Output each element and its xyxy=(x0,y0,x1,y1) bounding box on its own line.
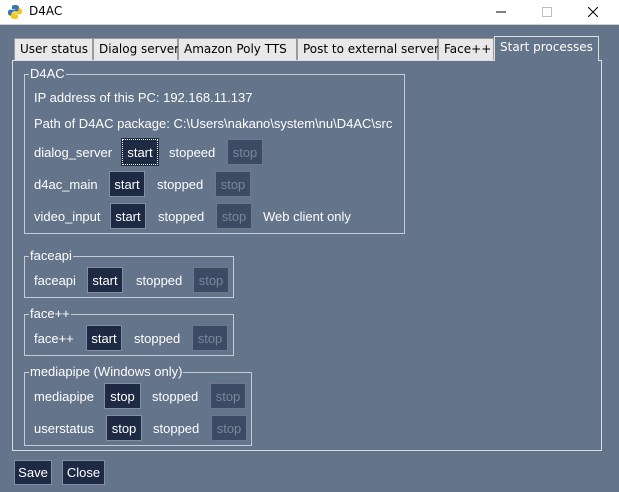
d4ac-main-stop-button[interactable]: stop xyxy=(215,171,251,197)
tab-dialog-server[interactable]: Dialog server xyxy=(93,38,179,60)
userstatus-stop-button[interactable]: stop xyxy=(211,415,247,441)
video-input-status: stopped xyxy=(158,209,205,224)
group-label-mediapipe: mediapipe (Windows only) xyxy=(29,364,184,380)
dialog-server-stop-button[interactable]: stop xyxy=(227,139,263,165)
face-plus-plus-start-button[interactable]: start xyxy=(86,325,122,351)
process-name-mediapipe: mediapipe xyxy=(34,389,94,404)
tab-face-plus-plus[interactable]: Face++ xyxy=(438,38,494,60)
userstatus-first-button[interactable]: stop xyxy=(106,415,142,441)
userstatus-status: stopped xyxy=(153,421,200,436)
process-name-face-plus-plus: face++ xyxy=(34,331,74,346)
package-path-text: Path of D4AC package: C:\Users\nakano\sy… xyxy=(34,116,393,131)
video-input-start-button[interactable]: start xyxy=(110,203,146,229)
process-name-video-input: video_input xyxy=(34,209,101,224)
face-plus-plus-status: stopped xyxy=(134,331,181,346)
tab-start-processes[interactable]: Start processes xyxy=(494,36,599,61)
minimize-button[interactable] xyxy=(478,0,524,24)
face-plus-plus-stop-button[interactable]: stop xyxy=(192,325,228,351)
close-icon xyxy=(588,7,598,17)
process-name-dialog-server: dialog_server xyxy=(34,145,113,160)
process-name-d4ac-main: d4ac_main xyxy=(34,177,98,192)
video-input-stop-button[interactable]: stop xyxy=(216,203,252,229)
process-name-faceapi: faceapi xyxy=(34,273,76,288)
tab-amazon-poly-tts[interactable]: Amazon Poly TTS xyxy=(178,38,297,60)
save-button[interactable]: Save xyxy=(14,460,52,485)
faceapi-status: stopped xyxy=(136,273,183,288)
close-window-button[interactable] xyxy=(570,0,616,24)
tab-user-status[interactable]: User status xyxy=(14,38,93,60)
dialog-server-status: stopeed xyxy=(169,145,216,160)
faceapi-start-button[interactable]: start xyxy=(87,267,123,293)
group-label-face-plus-plus: face++ xyxy=(29,306,71,322)
maximize-button[interactable] xyxy=(524,0,570,24)
mediapipe-stop-button[interactable]: stop xyxy=(210,383,246,409)
faceapi-stop-button[interactable]: stop xyxy=(193,267,229,293)
group-label-d4ac: D4AC xyxy=(29,66,66,82)
maximize-icon xyxy=(542,7,552,17)
d4ac-main-status: stopped xyxy=(157,177,204,192)
close-button[interactable]: Close xyxy=(62,460,105,485)
process-name-userstatus: userstatus xyxy=(34,421,94,436)
title-bar: D4AC xyxy=(0,0,619,24)
group-label-faceapi: faceapi xyxy=(29,248,73,264)
d4ac-main-start-button[interactable]: start xyxy=(109,171,145,197)
minimize-icon xyxy=(496,11,506,13)
dialog-server-start-button[interactable]: start xyxy=(121,138,159,166)
python-app-icon xyxy=(8,5,22,19)
video-input-note: Web client only xyxy=(263,209,351,224)
mediapipe-status: stopped xyxy=(152,389,199,404)
tab-post-to-external-server[interactable]: Post to external server xyxy=(297,38,439,60)
mediapipe-first-button[interactable]: stop xyxy=(104,383,141,409)
ip-address-text: IP address of this PC: 192.168.11.137 xyxy=(34,90,253,105)
window-divider xyxy=(0,24,619,25)
window-title: D4AC xyxy=(29,4,63,18)
